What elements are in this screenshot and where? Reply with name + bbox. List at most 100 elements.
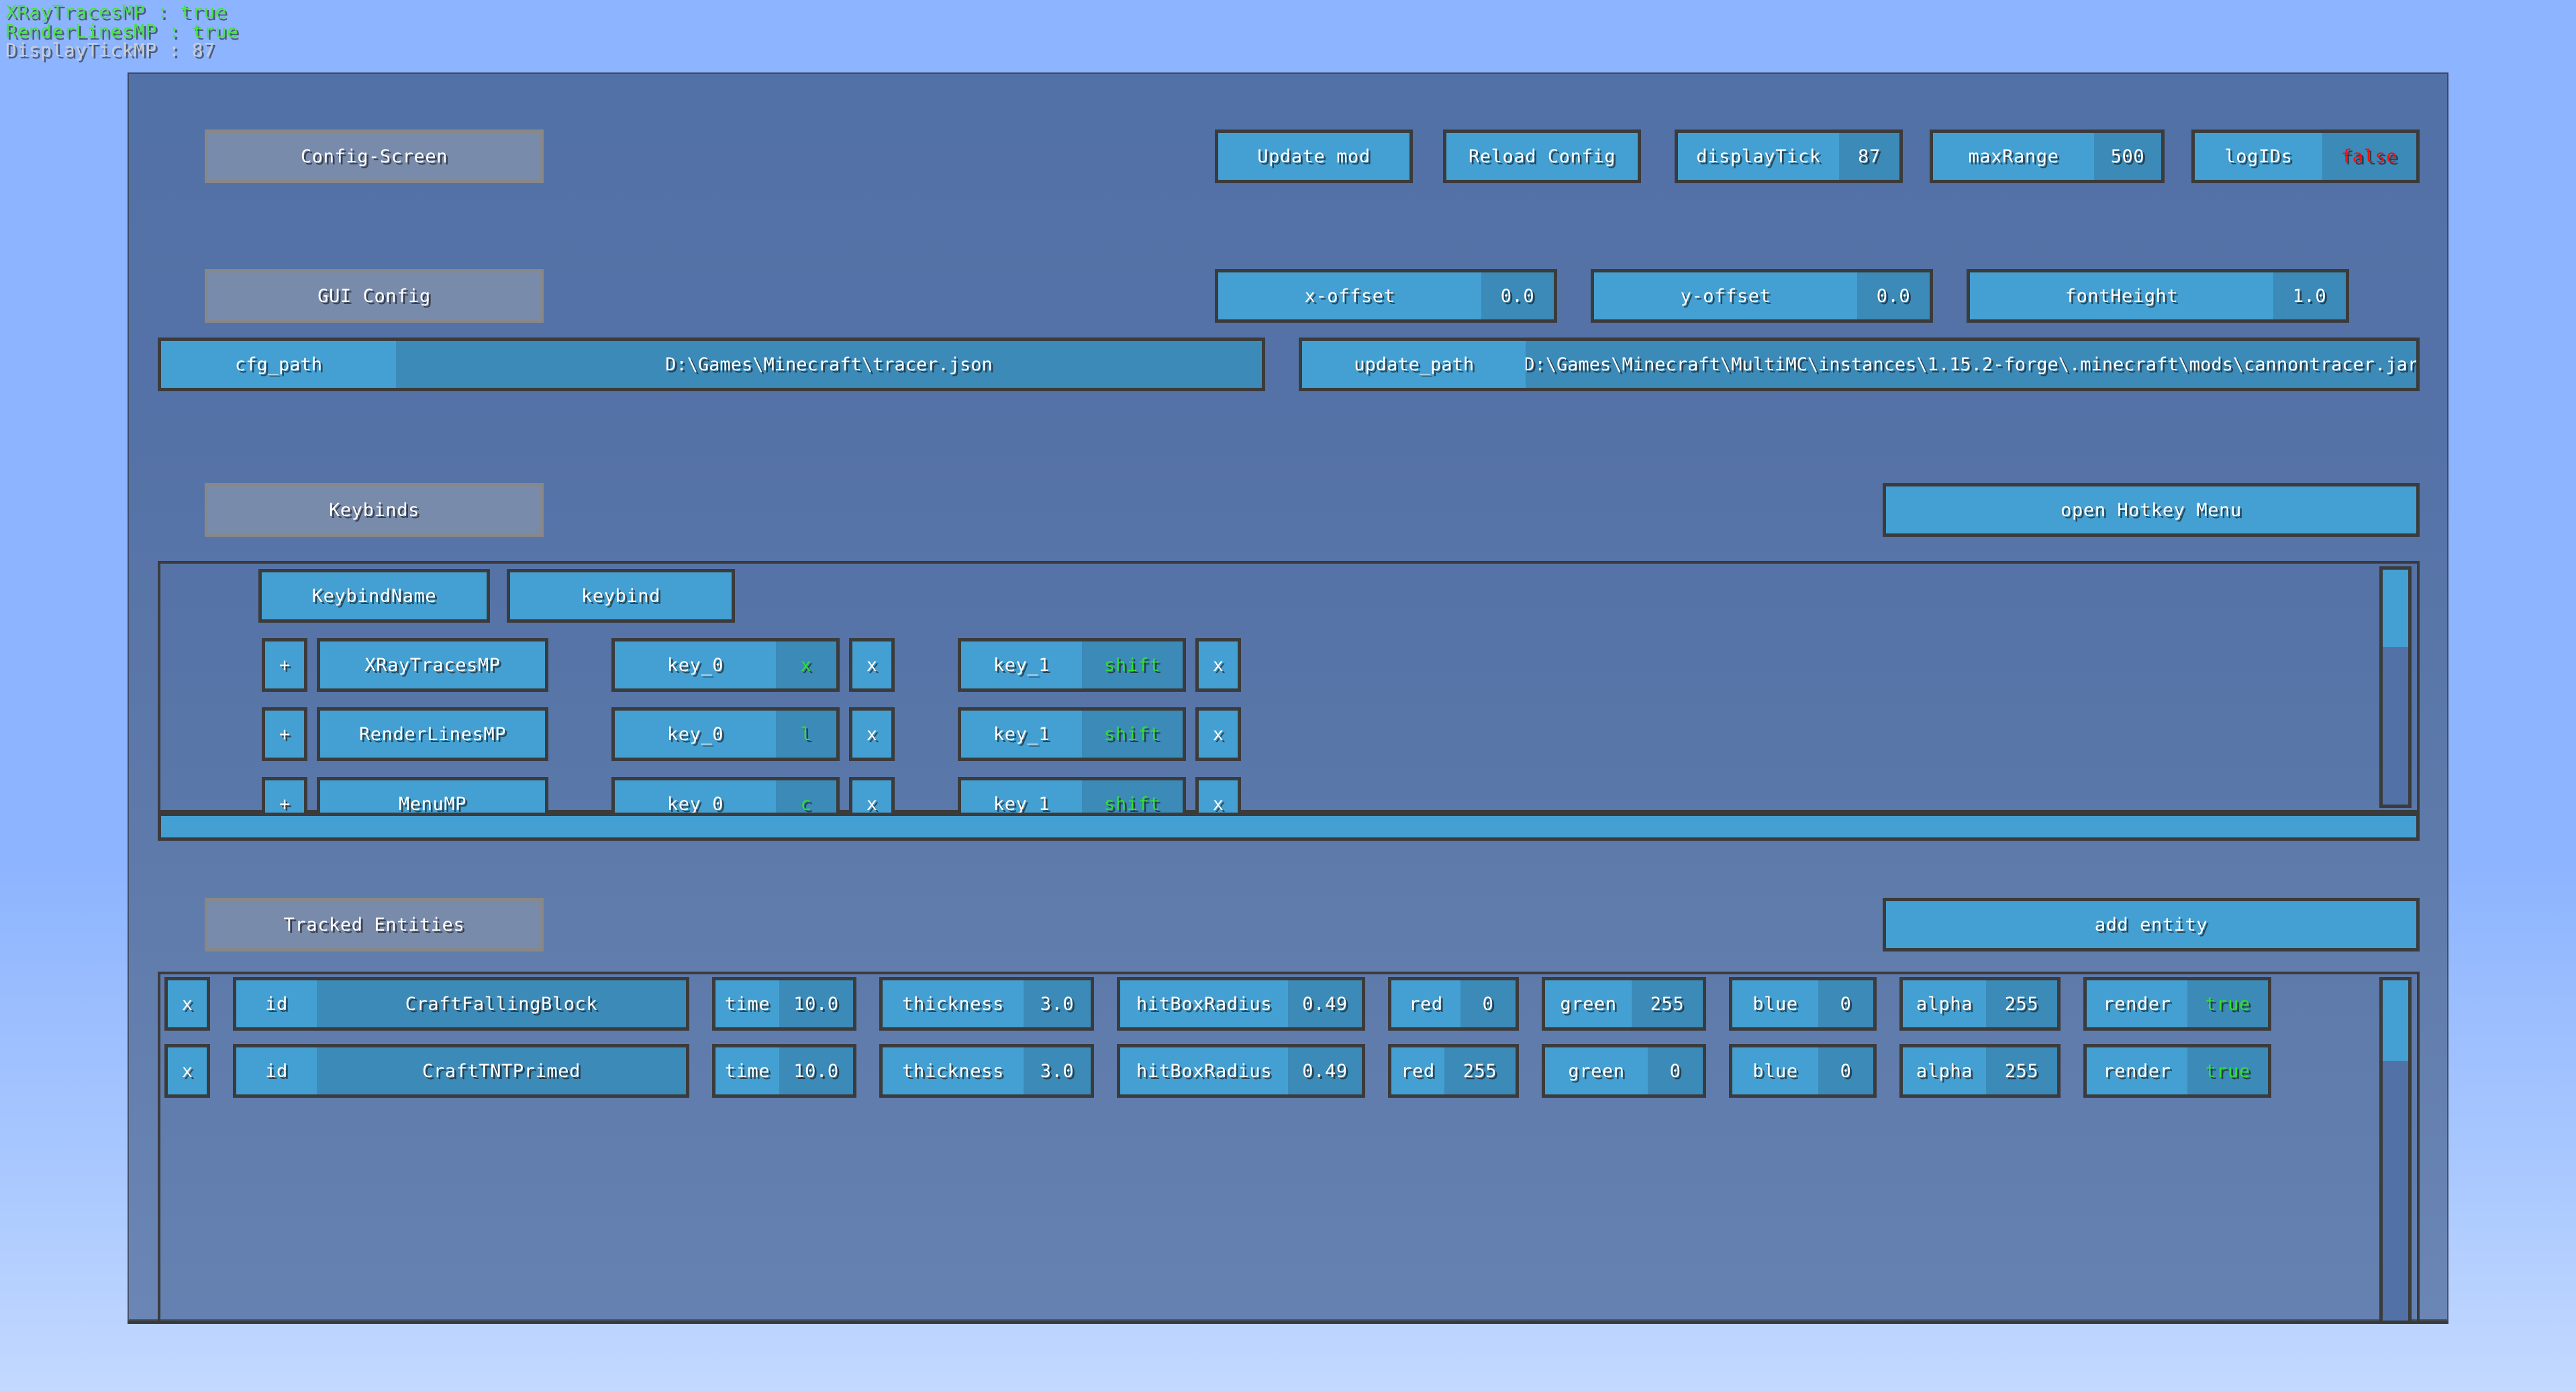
keybind-name-button[interactable]: RenderLinesMP xyxy=(317,707,548,761)
entity-thickness-field[interactable]: thickness 3.0 xyxy=(879,1044,1094,1098)
keybind-key1-remove-button[interactable]: x xyxy=(1195,707,1241,761)
keybind-name-button[interactable]: XRayTracesMP xyxy=(317,638,548,692)
x-offset-value[interactable]: 0.0 xyxy=(1481,272,1554,319)
entity-red-field[interactable]: red 0 xyxy=(1388,977,1519,1031)
entity-row: x id CraftTNTPrimed time 10.0 thickness … xyxy=(164,1044,2271,1098)
entity-green-field[interactable]: green 255 xyxy=(1542,977,1706,1031)
entity-id-value[interactable]: CraftTNTPrimed xyxy=(317,1047,686,1094)
reload-config-button[interactable]: Reload Config xyxy=(1443,130,1641,183)
entity-thickness-value[interactable]: 3.0 xyxy=(1024,1047,1091,1094)
font-height-field[interactable]: fontHeight 1.0 xyxy=(1967,269,2349,323)
entity-red-value[interactable]: 255 xyxy=(1444,1047,1516,1094)
entity-render-value[interactable]: true xyxy=(2187,1047,2268,1094)
entity-red-field[interactable]: red 255 xyxy=(1388,1044,1519,1098)
keybind-key0-value[interactable]: x xyxy=(776,641,836,688)
entity-hitboxradius-value[interactable]: 0.49 xyxy=(1288,1047,1362,1094)
log-ids-value[interactable]: false xyxy=(2322,133,2416,180)
add-entity-button[interactable]: add entity xyxy=(1883,898,2420,951)
log-ids-field[interactable]: logIDs false xyxy=(2191,130,2420,183)
keybind-row: + XRayTracesMP key_0 x x key_1 shift x xyxy=(262,638,1241,692)
entity-blue-value[interactable]: 0 xyxy=(1818,980,1873,1027)
entity-alpha-field[interactable]: alpha 255 xyxy=(1899,1044,2061,1098)
y-offset-value[interactable]: 0.0 xyxy=(1857,272,1930,319)
display-tick-value[interactable]: 87 xyxy=(1839,133,1899,180)
section-header-gui-config[interactable]: GUI Config xyxy=(205,269,544,323)
keybind-key1-field[interactable]: key_1 shift xyxy=(958,638,1186,692)
entity-render-value[interactable]: true xyxy=(2187,980,2268,1027)
entity-render-label: render xyxy=(2087,1047,2187,1094)
hud-line-renderlines: RenderLinesMP : true xyxy=(5,19,239,42)
update-mod-label: Update mod xyxy=(1257,146,1371,167)
entity-alpha-value[interactable]: 255 xyxy=(1986,1047,2057,1094)
keybind-add-button[interactable]: + xyxy=(262,638,307,692)
keybind-key1-remove-button[interactable]: x xyxy=(1195,638,1241,692)
entity-green-value[interactable]: 0 xyxy=(1648,1047,1703,1094)
update-path-field[interactable]: update_path D:\Games\Minecraft\MultiMC\i… xyxy=(1299,338,2420,391)
entity-blue-label: blue xyxy=(1732,1047,1818,1094)
keybind-key0-value[interactable]: l xyxy=(776,711,836,758)
max-range-field[interactable]: maxRange 500 xyxy=(1930,130,2165,183)
entity-remove-symbol: x xyxy=(181,993,193,1015)
entity-blue-field[interactable]: blue 0 xyxy=(1729,1044,1877,1098)
entity-blue-field[interactable]: blue 0 xyxy=(1729,977,1877,1031)
entity-time-value[interactable]: 10.0 xyxy=(779,1047,853,1094)
entity-remove-symbol: x xyxy=(181,1060,193,1082)
keybind-add-symbol: + xyxy=(279,723,291,745)
entity-hitboxradius-field[interactable]: hitBoxRadius 0.49 xyxy=(1117,1044,1365,1098)
keybind-key0-field[interactable]: key_0 l xyxy=(611,707,840,761)
entity-hitboxradius-field[interactable]: hitBoxRadius 0.49 xyxy=(1117,977,1365,1031)
entity-time-label: time xyxy=(715,980,779,1027)
section-header-config-screen[interactable]: Config-Screen xyxy=(205,130,544,183)
entity-list-scrollbar-vertical[interactable] xyxy=(2379,977,2412,1321)
entity-remove-button[interactable]: x xyxy=(164,1044,210,1098)
keybind-key1-value[interactable]: shift xyxy=(1082,641,1183,688)
keybind-key0-remove-button[interactable]: x xyxy=(849,707,895,761)
entity-render-field[interactable]: render true xyxy=(2083,977,2271,1031)
entity-id-field[interactable]: id CraftFallingBlock xyxy=(233,977,689,1031)
entity-red-value[interactable]: 0 xyxy=(1460,980,1516,1027)
keybind-key1-value[interactable]: shift xyxy=(1082,711,1183,758)
entity-hitboxradius-value[interactable]: 0.49 xyxy=(1288,980,1362,1027)
keybind-list-scrollbar-horizontal[interactable] xyxy=(158,813,2420,841)
reload-config-label: Reload Config xyxy=(1468,146,1616,167)
max-range-value[interactable]: 500 xyxy=(2094,133,2161,180)
keybind-column-header-name: KeybindName xyxy=(258,569,490,623)
keybind-name-label: XRayTracesMP xyxy=(364,654,501,676)
entity-thickness-value[interactable]: 3.0 xyxy=(1024,980,1091,1027)
open-hotkey-menu-button[interactable]: open Hotkey Menu xyxy=(1883,483,2420,537)
entity-alpha-value[interactable]: 255 xyxy=(1986,980,2057,1027)
entity-render-field[interactable]: render true xyxy=(2083,1044,2271,1098)
keybind-key1-label: key_1 xyxy=(961,711,1082,758)
entity-id-value[interactable]: CraftFallingBlock xyxy=(317,980,686,1027)
section-header-tracked-entities[interactable]: Tracked Entities xyxy=(205,898,544,951)
entity-time-field[interactable]: time 10.0 xyxy=(712,1044,856,1098)
update-path-value[interactable]: D:\Games\Minecraft\MultiMC\instances\1.1… xyxy=(1526,341,2416,388)
cfg-path-value[interactable]: D:\Games\Minecraft\tracer.json xyxy=(396,341,1262,388)
entity-thickness-field[interactable]: thickness 3.0 xyxy=(879,977,1094,1031)
x-offset-field[interactable]: x-offset 0.0 xyxy=(1215,269,1557,323)
keybind-list-scrollbar-thumb[interactable] xyxy=(2383,570,2408,647)
entity-time-value[interactable]: 10.0 xyxy=(779,980,853,1027)
entity-green-value[interactable]: 255 xyxy=(1632,980,1703,1027)
entity-time-field[interactable]: time 10.0 xyxy=(712,977,856,1031)
entity-blue-value[interactable]: 0 xyxy=(1818,1047,1873,1094)
cfg-path-field[interactable]: cfg_path D:\Games\Minecraft\tracer.json xyxy=(158,338,1265,391)
display-tick-label: displayTick xyxy=(1678,133,1839,180)
entity-green-field[interactable]: green 0 xyxy=(1542,1044,1706,1098)
y-offset-field[interactable]: y-offset 0.0 xyxy=(1591,269,1933,323)
keybind-key0-field[interactable]: key_0 x xyxy=(611,638,840,692)
keybind-key0-remove-button[interactable]: x xyxy=(849,638,895,692)
keybind-add-button[interactable]: + xyxy=(262,707,307,761)
keybind-key1-remove-symbol: x xyxy=(1212,723,1224,745)
font-height-value[interactable]: 1.0 xyxy=(2273,272,2346,319)
entity-red-label: red xyxy=(1391,1047,1444,1094)
display-tick-field[interactable]: displayTick 87 xyxy=(1675,130,1903,183)
entity-alpha-field[interactable]: alpha 255 xyxy=(1899,977,2061,1031)
entity-remove-button[interactable]: x xyxy=(164,977,210,1031)
entity-id-field[interactable]: id CraftTNTPrimed xyxy=(233,1044,689,1098)
section-header-keybinds[interactable]: Keybinds xyxy=(205,483,544,537)
update-mod-button[interactable]: Update mod xyxy=(1215,130,1413,183)
keybind-list-scrollbar-vertical[interactable] xyxy=(2379,566,2412,808)
entity-list-scrollbar-thumb[interactable] xyxy=(2383,980,2408,1061)
keybind-key1-field[interactable]: key_1 shift xyxy=(958,707,1186,761)
